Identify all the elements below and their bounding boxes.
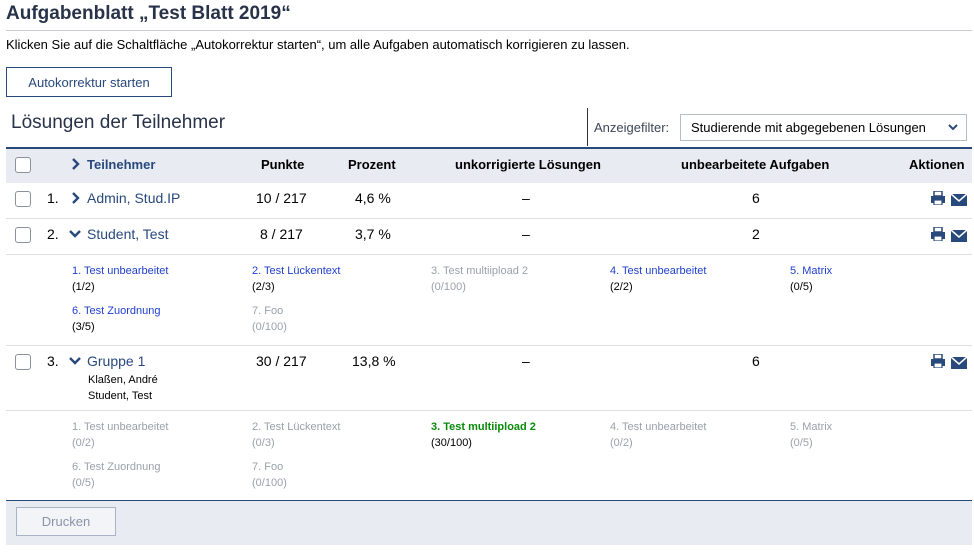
task-item: 7. Foo (0/100) <box>252 305 287 333</box>
header-percent: Prozent <box>348 157 396 172</box>
page-title: Aufgabenblatt „Test Blatt 2019“ <box>6 3 972 31</box>
row-number: 1. <box>47 190 59 206</box>
autocorrect-button[interactable]: Autokorrektur starten <box>6 67 172 97</box>
mail-icon[interactable] <box>951 229 967 243</box>
row-number: 3. <box>47 353 59 369</box>
row-checkbox[interactable] <box>15 227 31 243</box>
filter-select[interactable]: Studierende mit abgegebenen Lösungen <box>680 114 967 141</box>
row-unprocessed: 2 <box>752 226 760 242</box>
task-item: 5. Matrix (0/5) <box>790 421 833 449</box>
chevron-right-icon <box>72 158 80 170</box>
row-percent: 4,6 % <box>355 190 391 206</box>
row-uncorrected: – <box>522 190 530 206</box>
chevron-down-icon[interactable] <box>69 228 81 240</box>
task-item: 1. Test unbearbeitet (0/2) <box>72 421 169 449</box>
chevron-down-icon[interactable] <box>69 355 81 367</box>
row-points: 30 / 217 <box>256 353 307 369</box>
row-uncorrected: – <box>522 353 530 369</box>
print-icon[interactable] <box>930 227 946 241</box>
header-actions: Aktionen <box>909 157 965 172</box>
row-unprocessed: 6 <box>752 190 760 206</box>
participant-link[interactable]: Gruppe 1 <box>87 353 145 369</box>
row-points: 8 / 217 <box>260 226 303 242</box>
filter-label: Anzeigefilter: <box>594 120 670 135</box>
mail-icon[interactable] <box>951 356 967 370</box>
filter-separator <box>587 108 588 146</box>
select-all-checkbox[interactable] <box>15 157 31 173</box>
table-header: Teilnehmer Punkte Prozent unkorrigierte … <box>6 147 972 183</box>
mail-icon[interactable] <box>951 193 967 207</box>
print-icon[interactable] <box>930 354 946 368</box>
group-member: Klaßen, André <box>88 374 158 386</box>
row-percent: 13,8 % <box>352 353 396 369</box>
row-percent: 3,7 % <box>355 226 391 242</box>
task-item: 3. Test multiipload 2 (0/100) <box>431 265 529 293</box>
task-item: 4. Test unbearbeitet (0/2) <box>610 421 707 449</box>
row-divider <box>6 254 972 255</box>
print-button[interactable]: Drucken <box>16 507 116 536</box>
task-item[interactable]: 5. Matrix (0/5) <box>790 263 832 295</box>
row-divider <box>6 345 972 346</box>
participant-link[interactable]: Student, Test <box>87 226 168 242</box>
task-item[interactable]: 6. Test Zuordnung (3/5) <box>72 303 160 335</box>
header-points: Punkte <box>261 157 305 172</box>
header-unprocessed: unbearbeitete Aufgaben <box>681 157 830 172</box>
task-item: 6. Test Zuordnung (0/5) <box>72 461 161 489</box>
chevron-right-icon[interactable] <box>69 192 81 204</box>
dropdown-chevron-icon <box>948 124 958 131</box>
row-divider <box>6 410 972 411</box>
task-item[interactable]: 3. Test multiipload 2 (30/100) <box>431 419 536 451</box>
row-checkbox[interactable] <box>15 191 31 207</box>
filter-select-value: Studierende mit abgegebenen Lösungen <box>691 120 926 135</box>
print-icon[interactable] <box>930 191 946 205</box>
row-number: 2. <box>47 226 59 242</box>
row-divider <box>6 218 972 219</box>
participant-link[interactable]: Admin, Stud.IP <box>87 190 180 206</box>
header-participant[interactable]: Teilnehmer <box>87 157 155 172</box>
task-item: 7. Foo (0/100) <box>252 461 287 489</box>
autocorrect-hint: Klicken Sie auf die Schaltfläche „Autoko… <box>6 37 630 52</box>
row-uncorrected: – <box>522 226 530 242</box>
header-uncorrected: unkorrigierte Lösungen <box>455 157 601 172</box>
row-unprocessed: 6 <box>752 353 760 369</box>
task-item[interactable]: 4. Test unbearbeitet (2/2) <box>610 263 706 295</box>
row-points: 10 / 217 <box>256 190 307 206</box>
task-item[interactable]: 1. Test unbearbeitet (1/2) <box>72 263 168 295</box>
task-item[interactable]: 2. Test Lückentext (2/3) <box>252 263 340 295</box>
row-checkbox[interactable] <box>15 354 31 370</box>
task-item: 2. Test Lückentext (0/3) <box>252 421 341 449</box>
table-footer <box>6 500 972 545</box>
group-member: Student, Test <box>88 390 153 402</box>
table-caption: Lösungen der Teilnehmer <box>11 112 226 133</box>
